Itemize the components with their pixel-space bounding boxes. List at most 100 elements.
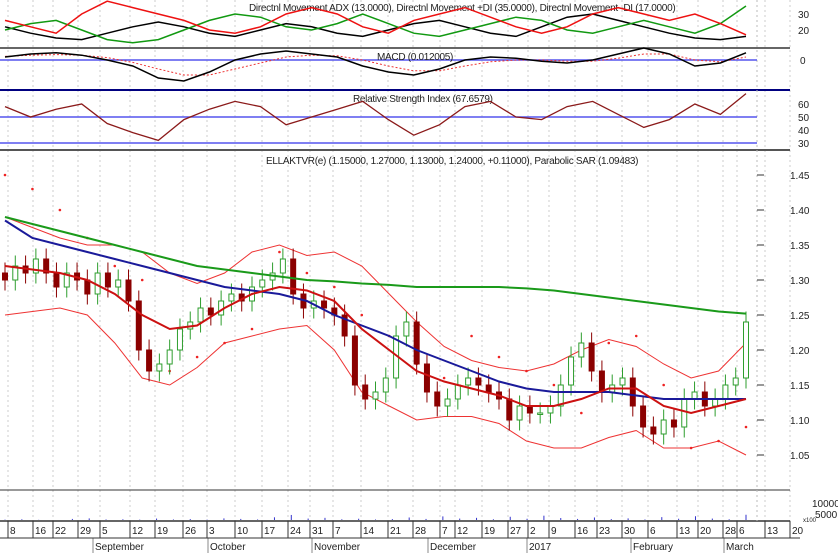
rsi-tick: 40	[798, 126, 810, 137]
sar-dot	[250, 327, 254, 331]
month-label: September	[95, 542, 145, 553]
date-label: 13	[767, 526, 779, 537]
candle-up	[681, 398, 688, 428]
date-label: 31	[312, 526, 324, 537]
ma-long-line	[4, 216, 747, 315]
sar-dot	[333, 285, 336, 289]
candle-up	[578, 342, 585, 358]
date-label: 20	[700, 526, 712, 537]
rsi-panel: Relative Strength Index (67.6579) 60 50 …	[353, 94, 810, 150]
sar-dot	[744, 425, 748, 429]
candle-up	[732, 377, 739, 386]
adx-tick: 30	[798, 10, 810, 21]
date-label: 21	[390, 526, 402, 537]
date-label: 13	[679, 526, 691, 537]
candle-up	[115, 279, 122, 288]
sar-dot	[442, 376, 446, 380]
candle-up	[722, 384, 729, 400]
date-label: 14	[363, 526, 375, 537]
candle-up	[547, 405, 554, 414]
date-label: 16	[577, 526, 589, 537]
date-axis: 8 16 22 29 5 12 19 26 3 10 17 24 31 7 14 21 28 7 12 19 27 2 9 1…	[0, 521, 804, 553]
date-label: 10	[237, 526, 249, 537]
sar-dot	[689, 446, 693, 450]
sar-dot	[31, 187, 34, 191]
date-label: 17	[264, 526, 276, 537]
rsi-tick: 50	[798, 113, 810, 124]
month-label: December	[430, 542, 477, 553]
candle-up	[382, 377, 389, 393]
sar-dot	[552, 383, 556, 387]
rsi-title: Relative Strength Index (67.6579)	[353, 94, 493, 105]
adx-tick: 20	[798, 26, 810, 37]
candle-down	[362, 384, 369, 400]
date-label: 7	[335, 526, 341, 537]
adx-line	[4, 13, 747, 41]
price-tick-label: 1.35	[790, 241, 810, 252]
candle-up	[537, 412, 544, 415]
price-tick-label: 1.30	[790, 276, 810, 287]
volume-panel: 10000 5000 x100	[803, 499, 838, 524]
date-label: 28	[725, 526, 737, 537]
candle-down	[598, 370, 605, 393]
price-tick-label: 1.15	[790, 381, 810, 392]
sar-dot	[717, 439, 720, 443]
candle-up	[176, 328, 183, 351]
sar-dot	[3, 173, 7, 177]
candle-up	[197, 307, 204, 323]
sar-dot	[662, 383, 665, 387]
price-tick-label: 1.10	[790, 416, 810, 427]
date-label: 2	[530, 526, 536, 537]
sar-dot	[113, 264, 117, 268]
candle-down	[434, 391, 441, 407]
series-marks	[2, 0, 749, 520]
date-label: 23	[599, 526, 611, 537]
candle-up	[660, 419, 667, 435]
bollinger-upper	[4, 216, 747, 379]
candle-down	[351, 335, 358, 386]
sar-dot	[497, 355, 501, 359]
sar-dot	[58, 208, 62, 212]
date-label: 8	[10, 526, 16, 537]
stock-chart: Directnl Movement ADX (13.0000), Directn…	[0, 0, 838, 553]
month-label: October	[210, 542, 246, 553]
date-label: 26	[185, 526, 197, 537]
candle-up	[743, 321, 749, 379]
candle-down	[650, 426, 657, 435]
candle-down	[413, 321, 420, 365]
month-label: March	[726, 542, 754, 553]
sar-dot	[278, 250, 281, 254]
sar-dot	[607, 341, 611, 345]
candle-down	[526, 405, 533, 414]
candle-down	[485, 384, 492, 393]
date-label: 28	[415, 526, 427, 537]
sar-dot	[634, 334, 638, 338]
sar-dot	[305, 271, 309, 275]
candle-up	[691, 391, 698, 400]
candle-up	[712, 398, 719, 407]
candle-up	[403, 321, 410, 337]
price-tick-label: 1.05	[790, 451, 810, 462]
candle-up	[372, 391, 379, 400]
sar-dot	[580, 411, 583, 415]
sar-dot	[195, 355, 199, 359]
candle-up	[279, 258, 286, 274]
date-label: 7	[442, 526, 448, 537]
date-label: 12	[457, 526, 469, 537]
date-label: 19	[484, 526, 496, 537]
candle-down	[135, 300, 142, 351]
sar-dot	[360, 313, 364, 317]
sar-dot	[470, 334, 473, 338]
price-tick-label: 1.25	[790, 311, 810, 322]
price-title: ELLAKTVR(e) (1.15000, 1.27000, 1.13000, …	[266, 156, 638, 167]
date-label: 16	[35, 526, 47, 537]
month-label: 2017	[529, 542, 552, 553]
date-label: 19	[157, 526, 169, 537]
macd-line	[4, 47, 747, 82]
candle-up	[228, 293, 235, 302]
candle-up	[444, 398, 451, 407]
candle-up	[454, 384, 461, 400]
date-label: 6	[650, 526, 656, 537]
candle-down	[2, 272, 8, 281]
price-tick-label: 1.45	[790, 171, 810, 182]
